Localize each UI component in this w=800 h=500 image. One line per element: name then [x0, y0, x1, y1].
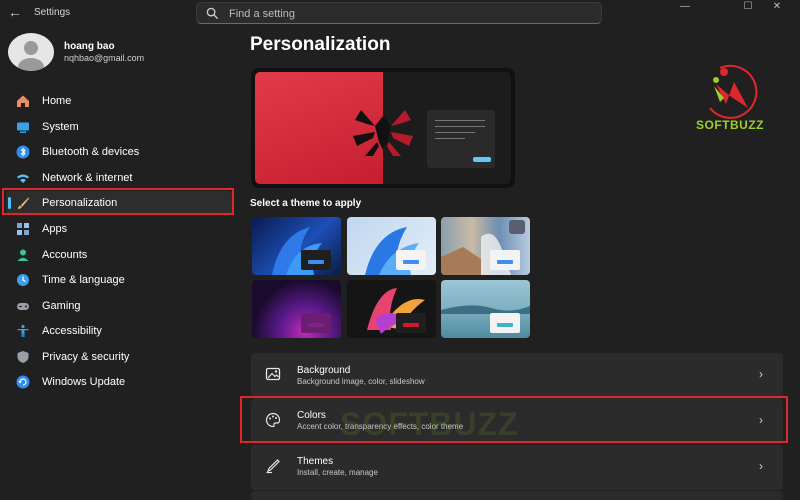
page-title: Personalization	[250, 34, 391, 55]
home-icon	[16, 94, 30, 108]
search-placeholder: Find a setting	[229, 8, 296, 20]
theme-thumb-windows-light[interactable]	[347, 217, 436, 275]
app-title: Settings	[34, 7, 71, 18]
select-theme-heading: Select a theme to apply	[250, 198, 362, 209]
sidebar-item-privacy-security[interactable]: Privacy & security	[6, 345, 232, 369]
spider-emblem-icon	[353, 110, 413, 156]
spotlight-badge-icon	[509, 220, 525, 234]
bluetooth-icon	[16, 145, 30, 159]
back-arrow-icon[interactable]: ←	[6, 3, 24, 21]
theme-thumb-flow[interactable]	[441, 280, 530, 338]
profile-name: hoang bao	[64, 41, 115, 52]
gaming-icon	[16, 299, 30, 313]
theme-preview	[251, 68, 515, 188]
image-icon	[265, 367, 281, 381]
highlight-box-colors	[240, 396, 788, 443]
themes-subtitle: Install, create, manage	[297, 468, 378, 477]
theme-thumb-glow[interactable]	[252, 280, 341, 338]
system-icon	[16, 120, 30, 134]
profile-email: nqhbao@gmail.com	[64, 53, 145, 63]
sidebar-item-label: Gaming	[42, 300, 81, 312]
sidebar-item-label: Privacy & security	[42, 351, 130, 363]
title-bar: ← Settings Find a setting — ☐ ✕	[0, 0, 800, 26]
search-icon	[206, 7, 219, 20]
chevron-right-icon: ›	[759, 459, 763, 473]
sidebar-item-label: Network & internet	[42, 172, 133, 184]
chevron-right-icon: ›	[759, 367, 763, 381]
sidebar-item-label: Time & language	[42, 274, 125, 286]
user-silhouette-icon	[18, 41, 44, 71]
sidebar-item-label: Home	[42, 95, 72, 107]
background-title: Background	[297, 365, 351, 376]
sidebar-item-bluetooth[interactable]: Bluetooth & devices	[6, 140, 232, 164]
pen-icon	[266, 459, 280, 474]
search-input[interactable]: Find a setting	[196, 2, 602, 24]
sidebar-item-apps[interactable]: Apps	[6, 217, 232, 241]
sidebar-item-label: Bluetooth & devices	[42, 146, 140, 158]
accounts-icon	[16, 248, 30, 262]
minimize-button[interactable]: —	[662, 0, 708, 16]
theme-thumb-spotlight[interactable]	[441, 217, 530, 275]
background-setting[interactable]: Background Background image, color, slid…	[251, 353, 783, 399]
theme-thumb-windows-dark[interactable]	[252, 217, 341, 275]
sidebar-item-label: Apps	[42, 223, 68, 235]
themes-title: Themes	[297, 456, 334, 467]
close-button[interactable]: ✕	[754, 0, 800, 16]
next-setting-card[interactable]	[251, 491, 783, 500]
sidebar-item-system[interactable]: System	[6, 115, 232, 139]
time-language-icon	[16, 273, 30, 287]
preview-window	[427, 110, 495, 168]
sidebar-item-network[interactable]: Network & internet	[6, 166, 232, 190]
shield-icon	[16, 350, 30, 364]
avatar[interactable]	[8, 33, 54, 71]
sidebar-item-label: System	[42, 121, 79, 133]
update-icon	[16, 375, 30, 389]
background-subtitle: Background image, color, slideshow	[297, 377, 425, 386]
apps-icon	[16, 222, 30, 236]
sidebar-item-label: Accessibility	[42, 325, 102, 337]
sidebar-item-accessibility[interactable]: Accessibility	[6, 319, 232, 343]
accessibility-icon	[16, 324, 30, 338]
sidebar-item-accounts[interactable]: Accounts	[6, 243, 232, 267]
network-icon	[16, 171, 30, 185]
themes-setting[interactable]: Themes Install, create, manage ›	[251, 445, 783, 490]
sidebar-item-time-language[interactable]: Time & language	[6, 268, 232, 292]
sidebar-item-label: Accounts	[42, 249, 88, 261]
sidebar-item-home[interactable]: Home	[6, 89, 232, 113]
highlight-box-personalization	[2, 188, 234, 215]
logo-text: SOFTBUZZ	[696, 118, 764, 132]
sidebar-item-windows-update[interactable]: Windows Update	[6, 370, 232, 394]
theme-thumb-captured-motion[interactable]	[347, 280, 436, 338]
sidebar-item-label: Windows Update	[42, 376, 126, 388]
sidebar-item-gaming[interactable]: Gaming	[6, 294, 232, 318]
